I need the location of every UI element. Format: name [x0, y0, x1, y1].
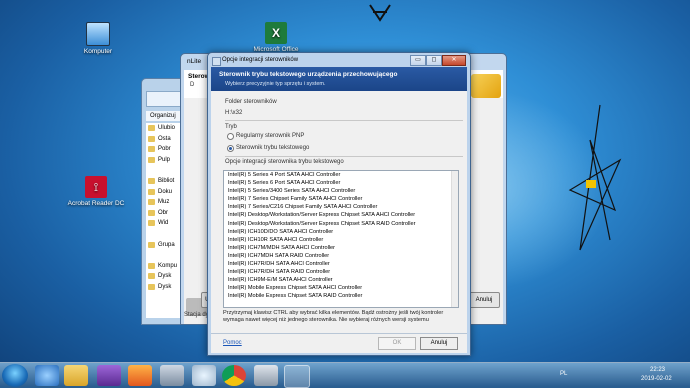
drive-icon	[148, 273, 155, 280]
excel-icon: X	[265, 22, 287, 44]
driver-list-item[interactable]: Intel(R) 5 Series 6 Port SATA AHCI Contr…	[224, 179, 458, 187]
drive-icon	[148, 283, 155, 290]
music-icon	[148, 199, 155, 206]
dialog-title: Opcje integracji sterowników	[222, 57, 299, 63]
desktop-icon-label: Komputer	[83, 48, 113, 55]
nlite-header-subtitle: D	[190, 82, 195, 88]
desktop-icon-acrobat[interactable]: ⟟ Acrobat Reader DC	[66, 176, 126, 207]
desktop: Komputer X Microsoft Office ⟟ Acrobat Re…	[0, 0, 690, 388]
driver-list-item[interactable]: Intel(R) ICH7R/DH SATA RAID Controller	[224, 268, 458, 276]
start-button[interactable]	[2, 364, 28, 387]
language-indicator[interactable]: PL	[560, 371, 567, 377]
driver-list-item[interactable]: Intel(R) 5 Series 4 Port SATA AHCI Contr…	[224, 171, 458, 179]
nlite-logo-icon	[471, 74, 501, 98]
cancel-button[interactable]: Anuluj	[420, 337, 458, 350]
library-icon	[148, 177, 155, 184]
homegroup-icon	[148, 241, 155, 248]
listbox-scrollbar[interactable]	[451, 171, 458, 307]
driver-list-item[interactable]: Intel(R) 7 Series Chipset Family SATA AH…	[224, 195, 458, 203]
radio-text-mode[interactable]	[227, 145, 234, 152]
driver-list-item[interactable]: Intel(R) Mobile Express Chipset SATA RAI…	[224, 292, 458, 300]
picture-icon	[148, 209, 155, 216]
driver-list-item[interactable]: Intel(R) ICH10D/DO SATA AHCI Controller	[224, 228, 458, 236]
taskbar: PL 22:23 2019-02-02	[0, 362, 690, 388]
desktop-bug-decoration	[369, 4, 391, 22]
app-icon	[212, 57, 221, 66]
options-label: Opcje integracji sterownika trybu teksto…	[225, 159, 344, 165]
radio-pnp[interactable]	[227, 133, 234, 140]
help-link[interactable]: Pomoc	[223, 340, 242, 346]
taskbar-app-icon[interactable]	[160, 365, 184, 386]
computer-icon	[148, 262, 155, 269]
taskbar-chrome-icon[interactable]	[222, 365, 246, 386]
acrobat-icon: ⟟	[85, 176, 107, 198]
maximize-button[interactable]: ◻	[426, 55, 442, 66]
dialog-header-title: Sterownik trybu tekstowego urządzenia pr…	[219, 71, 398, 78]
taskbar-explorer-icon[interactable]	[64, 365, 88, 386]
clock-time[interactable]: 22:23	[650, 367, 665, 373]
driver-list-item[interactable]: Intel(R) Desktop/Workstation/Server Expr…	[224, 211, 458, 219]
folder-icon	[148, 146, 155, 153]
desktop-sketch-decoration	[568, 104, 622, 251]
driver-list-item[interactable]: Intel(R) ICH10R SATA AHCI Controller	[224, 236, 458, 244]
ok-button[interactable]: OK	[378, 337, 416, 350]
taskbar-ie-icon[interactable]	[35, 365, 59, 386]
folder-icon	[148, 188, 155, 195]
folder-icon	[148, 135, 155, 142]
folder-label: Folder sterowników	[225, 99, 277, 105]
driver-list-item[interactable]: Intel(R) 5 Series/3400 Series SATA AHCI …	[224, 187, 458, 195]
nlite-title: nLite	[187, 58, 202, 65]
driver-list-item[interactable]: Intel(R) ICH7R/DH SATA AHCI Controller	[224, 260, 458, 268]
taskbar-nlite-icon[interactable]	[284, 365, 310, 388]
driver-list-item[interactable]: Intel(R) 7 Series/C216 Chipset Family SA…	[224, 203, 458, 211]
divider	[225, 120, 463, 121]
divider	[225, 156, 463, 157]
folder-value: H:\x32	[225, 110, 243, 116]
desktop-icon-label: Acrobat Reader DC	[67, 200, 125, 207]
window-buttons: ▭ ◻ ✕	[410, 55, 466, 66]
folder-icon	[148, 156, 155, 163]
driver-options-dialog[interactable]: Opcje integracji sterowników ▭ ◻ ✕ Stero…	[207, 52, 471, 356]
driver-list-item[interactable]: Intel(R) Mobile Express Chipset SATA AHC…	[224, 284, 458, 292]
computer-icon	[86, 22, 110, 46]
dialog-titlebar[interactable]: Opcje integracji sterowników ▭ ◻ ✕	[208, 53, 470, 67]
minimize-button[interactable]: ▭	[410, 55, 426, 66]
driver-list-item[interactable]: Intel(R) ICH9M-E/M SATA AHCI Controller	[224, 276, 458, 284]
desktop-icon-computer[interactable]: Komputer	[68, 22, 128, 55]
driver-list-item[interactable]: Intel(R) Desktop/Workstation/Server Expr…	[224, 220, 458, 228]
nlite-cancel-button[interactable]: Anuluj	[468, 292, 500, 308]
driver-list-item[interactable]: Intel(R) ICH7MDH SATA RAID Controller	[224, 252, 458, 260]
close-button[interactable]: ✕	[442, 55, 466, 66]
dialog-header: Sterownik trybu tekstowego urządzenia pr…	[211, 67, 467, 91]
radio-text-mode-label[interactable]: Sterownik trybu tekstowego	[236, 145, 309, 151]
selection-note: Przytrzymaj klawisz CTRL aby wybrać kilk…	[223, 310, 444, 323]
video-icon	[148, 220, 155, 227]
desktop-icon-office[interactable]: X Microsoft Office	[246, 22, 306, 53]
star-icon	[148, 125, 155, 131]
radio-pnp-label[interactable]: Regularny sterownik PNP	[236, 133, 304, 139]
driver-listbox[interactable]: Intel(R) 5 Series 4 Port SATA AHCI Contr…	[223, 170, 459, 308]
dialog-header-subtitle: Wybierz precyzyjnie typ sprzętu i system…	[225, 81, 326, 87]
clock-date[interactable]: 2019-02-02	[641, 376, 672, 382]
taskbar-app3-icon[interactable]	[254, 365, 278, 386]
driver-list-item[interactable]: Intel(R) ICH7M/MDH SATA AHCI Controller	[224, 244, 458, 252]
mode-label: Tryb	[225, 124, 237, 130]
divider	[211, 333, 467, 334]
taskbar-vs-icon[interactable]	[97, 365, 121, 386]
taskbar-app2-icon[interactable]	[192, 365, 216, 386]
taskbar-media-icon[interactable]	[128, 365, 152, 386]
